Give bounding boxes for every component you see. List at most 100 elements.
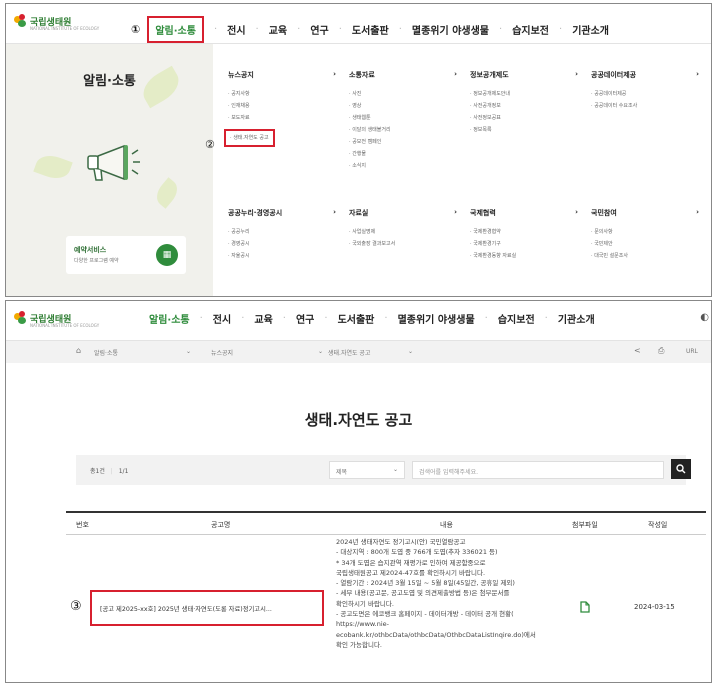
- submenu-item[interactable]: 국민제안: [591, 238, 699, 250]
- menu-item-publishing[interactable]: 도서출판: [338, 311, 375, 326]
- submenu-item[interactable]: 인재채용: [228, 100, 336, 112]
- chevron-down-icon[interactable]: ⌄: [318, 348, 323, 355]
- search-bar: 총1건 | 1/1 제목 ⌄ 검색어를 입력해주세요.: [76, 455, 691, 485]
- submenu-item-ecology-notice[interactable]: 생태.자연도 공고: [224, 129, 275, 147]
- submenu-item[interactable]: 경영공시: [228, 238, 336, 250]
- submenu-item[interactable]: 생태웹툰: [349, 112, 457, 124]
- logo-subtext: NATIONAL INSTITUTE OF ECOLOGY: [30, 323, 100, 328]
- column-head[interactable]: 국제협력: [470, 208, 496, 218]
- reservation-title: 예약서비스: [74, 246, 107, 254]
- submenu-item[interactable]: 국제환경동향 자료실: [470, 250, 578, 262]
- chevron-right-icon: ›: [333, 70, 336, 78]
- search-button[interactable]: [671, 459, 691, 479]
- column-header-attachment: 첨부파일: [572, 521, 598, 529]
- menu-item-notice-active[interactable]: 알림·소통: [149, 311, 190, 326]
- menu-item-exhibition[interactable]: 전시: [213, 311, 231, 326]
- url-copy-button[interactable]: URL: [686, 348, 698, 355]
- search-icon: [676, 464, 686, 474]
- chevron-right-icon: ›: [333, 208, 336, 216]
- content-line: - 열람기간 : 2024년 3월 15일 ~ 5월 8일(45일간, 공휴일 …: [336, 579, 515, 588]
- reservation-subtitle: 다양한 프로그램 예약: [74, 258, 119, 264]
- row-title-text: [공고 제2025-xx호] 2025년 생태·자연도(도롱 자료)정기고시..…: [100, 606, 272, 613]
- submenu-item[interactable]: 국제환경기구: [470, 238, 578, 250]
- submenu-item[interactable]: 사전정보공표: [470, 112, 578, 124]
- breadcrumb-level-1[interactable]: 알림·소통: [94, 348, 118, 357]
- content-line: 확인 가능합니다.: [336, 640, 382, 649]
- menu-item-endangered[interactable]: 멸종위기 야생생물: [398, 311, 475, 326]
- row-date: 2024-03-15: [634, 603, 675, 611]
- submenu-item[interactable]: 공공누리: [228, 226, 336, 238]
- search-field-select[interactable]: 제목 ⌄: [329, 461, 405, 479]
- submenu-item[interactable]: 정보목록: [470, 124, 578, 136]
- menu-item-about[interactable]: 기관소개: [572, 22, 609, 37]
- menu-item-education[interactable]: 교육: [254, 311, 272, 326]
- column-head[interactable]: 소통자료: [349, 70, 375, 80]
- total-count: 총1건: [90, 468, 105, 475]
- column-header-content: 내용: [440, 521, 453, 529]
- submenu-item[interactable]: 보도자료: [228, 112, 336, 124]
- site-logo[interactable]: 국립생태원 NATIONAL INSTITUTE OF ECOLOGY: [14, 14, 99, 31]
- home-icon[interactable]: ⌂: [76, 346, 81, 355]
- submenu-item[interactable]: 정보공개제도안내: [470, 88, 578, 100]
- submenu-item[interactable]: 대국민 설문조사: [591, 250, 699, 262]
- print-icon[interactable]: ⎙: [658, 346, 664, 356]
- menu-item-research[interactable]: 연구: [310, 22, 328, 37]
- menu-column-materials: 소통자료 › 사진 영상 생태웹툰 이달의 생태볼거리 공모전 캠페인 간행물 소…: [349, 70, 457, 172]
- chevron-down-icon[interactable]: ⌄: [186, 348, 191, 355]
- settings-icon[interactable]: ◐: [700, 312, 709, 323]
- column-header-title: 공고명: [211, 521, 231, 529]
- step-marker-2: ②: [205, 138, 215, 151]
- column-head[interactable]: 공공데이터제공: [591, 70, 636, 80]
- content-line: 2024년 생태자연도 정기고시(안) 국민열람공고: [336, 538, 466, 546]
- result-count: 총1건 | 1/1: [90, 468, 129, 475]
- chevron-down-icon[interactable]: ⌄: [408, 348, 413, 355]
- row-title-link[interactable]: [공고 제2025-xx호] 2025년 생태·자연도(도롱 자료)정기고시..…: [90, 590, 324, 626]
- share-icon[interactable]: <: [634, 346, 641, 355]
- menu-column-participation: 국민참여 › 문의사항 국민제안 대국민 설문조사: [591, 208, 699, 262]
- submenu-item[interactable]: 간행물: [349, 148, 457, 160]
- menu-item-notice-active[interactable]: 알림·소통: [147, 16, 204, 43]
- menu-item-about[interactable]: 기관소개: [558, 311, 595, 326]
- breadcrumb-level-3[interactable]: 생태.자연도 공고: [328, 348, 370, 357]
- submenu-item[interactable]: 소식지: [349, 160, 457, 172]
- column-head[interactable]: 뉴스공지: [228, 70, 254, 80]
- submenu-item[interactable]: 사전공개정보: [470, 100, 578, 112]
- breadcrumb-level-2[interactable]: 뉴스공지: [211, 348, 233, 357]
- submenu-item[interactable]: 국제환경협약: [470, 226, 578, 238]
- leaf-decoration: [33, 150, 73, 184]
- submenu-item[interactable]: 공지사항: [228, 88, 336, 100]
- submenu-item[interactable]: 공모전 캠페인: [349, 136, 457, 148]
- step-marker-1: ①: [131, 23, 141, 36]
- row-content: 2024년 생태자연도 정기고시(안) 국민열람공고 - 대상지역 : 800개…: [336, 537, 566, 650]
- menu-item-wetland[interactable]: 습지보전: [498, 311, 535, 326]
- menu-item-education[interactable]: 교육: [269, 22, 287, 37]
- menu-item-exhibition[interactable]: 전시: [227, 22, 245, 37]
- main-nav: 국립생태원 NATIONAL INSTITUTE OF ECOLOGY 알림·소…: [6, 301, 711, 341]
- top-screenshot-panel: 국립생태원 NATIONAL INSTITUTE OF ECOLOGY ① 알림…: [5, 3, 712, 297]
- site-logo[interactable]: 국립생태원 NATIONAL INSTITUTE OF ECOLOGY: [14, 311, 99, 328]
- menu-item-research[interactable]: 연구: [296, 311, 314, 326]
- submenu-item[interactable]: 국외출장 결과보고서: [349, 238, 457, 250]
- submenu-item[interactable]: 공공데이터제공: [591, 88, 699, 100]
- menu-column-public-data: 공공데이터제공 › 공공데이터제공 공공데이터 수요조사: [591, 70, 699, 112]
- submenu-item[interactable]: 영상: [349, 100, 457, 112]
- menu-item-wetland[interactable]: 습지보전: [512, 22, 549, 37]
- attachment-file-icon[interactable]: [580, 601, 590, 613]
- column-head[interactable]: 자료실: [349, 208, 368, 218]
- menu-item-endangered[interactable]: 멸종위기 야생생물: [412, 22, 489, 37]
- table-header: 번호 공고명 내용 첨부파일 작성일: [66, 511, 706, 535]
- submenu-item[interactable]: 이달의 생태볼거리: [349, 124, 457, 136]
- menu-item-publishing[interactable]: 도서출판: [352, 22, 389, 37]
- column-head[interactable]: 국민참여: [591, 208, 617, 218]
- submenu-item[interactable]: 공공데이터 수요조사: [591, 100, 699, 112]
- submenu-item[interactable]: 사진: [349, 88, 457, 100]
- chevron-right-icon: ›: [575, 208, 578, 216]
- search-input[interactable]: 검색어를 입력해주세요.: [412, 461, 664, 479]
- breadcrumb: ⌂ 알림·소통 ⌄ 뉴스공지 ⌄ 생태.자연도 공고 ⌄ < ⎙ URL: [6, 341, 711, 363]
- submenu-item[interactable]: 문의사항: [591, 226, 699, 238]
- submenu-item[interactable]: 사업실명제: [349, 226, 457, 238]
- submenu-item[interactable]: 자율공시: [228, 250, 336, 262]
- column-head[interactable]: 정보공개제도: [470, 70, 509, 80]
- column-head[interactable]: 공공누리·경영공시: [228, 208, 282, 218]
- reservation-card[interactable]: 예약서비스 다양한 프로그램 예약 ▦: [66, 236, 186, 274]
